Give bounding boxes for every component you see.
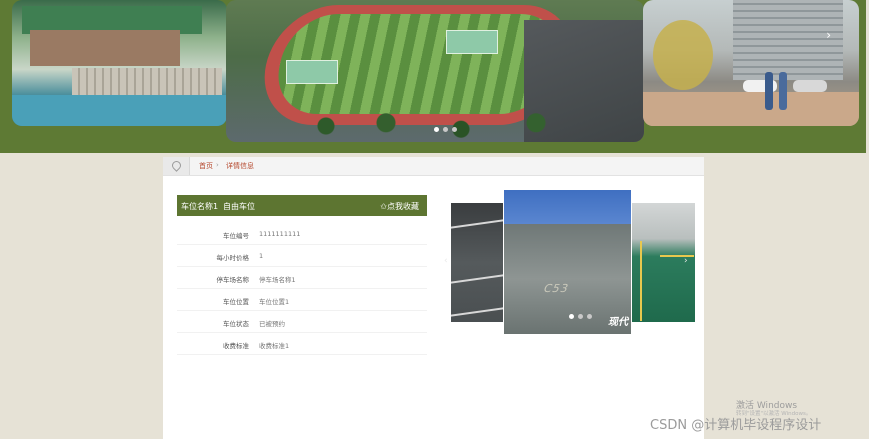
hero-banner: › bbox=[0, 0, 866, 153]
banner-slide-campus-building bbox=[12, 0, 227, 126]
banner-dot[interactable] bbox=[452, 127, 457, 132]
detail-value: 1 bbox=[259, 252, 264, 260]
csdn-watermark: CSDN @计算机毕设程序设计 bbox=[650, 418, 822, 433]
detail-key: 车位编号 bbox=[223, 232, 249, 240]
carousel-dot[interactable] bbox=[587, 314, 592, 319]
detail-key: 车位状态 bbox=[223, 320, 249, 328]
carousel-slide-prev[interactable] bbox=[451, 203, 503, 322]
detail-row: 车位状态 已被预约 bbox=[177, 311, 427, 333]
lane-line bbox=[451, 274, 503, 284]
banner-dot[interactable] bbox=[434, 127, 439, 132]
lane-line bbox=[451, 219, 503, 229]
banner-dot[interactable] bbox=[443, 127, 448, 132]
breadcrumb-current: 详情信息 bbox=[226, 162, 254, 170]
detail-row: 车位位置 车位位置1 bbox=[177, 289, 427, 311]
plaza bbox=[643, 92, 859, 126]
favorite-button[interactable]: ✩点我收藏 bbox=[380, 201, 419, 212]
detail-value: 车位位置1 bbox=[259, 298, 290, 306]
lane-line bbox=[640, 241, 642, 321]
lane-line bbox=[660, 255, 694, 257]
detail-value: 收费标准1 bbox=[259, 342, 290, 350]
detail-row: 停车场名称 停车场名称1 bbox=[177, 267, 427, 289]
lane-line bbox=[451, 307, 503, 317]
carousel-prev-arrow-icon[interactable]: ‹ bbox=[444, 256, 448, 266]
detail-table: 车位编号 1111111111 每小时价格 1 停车场名称 停车场名称1 车位位… bbox=[177, 223, 427, 355]
detail-value: 停车场名称1 bbox=[259, 276, 296, 284]
detail-key: 收费标准 bbox=[223, 342, 249, 350]
breadcrumb-separator: › bbox=[216, 161, 219, 169]
detail-row: 收费标准 收费标准1 bbox=[177, 333, 427, 355]
stairs bbox=[72, 68, 222, 96]
detail-key: 车位位置 bbox=[223, 298, 249, 306]
blue-wall bbox=[504, 190, 631, 224]
detail-panel: 首页 › 详情信息 车位名称1 自由车位 ✩点我收藏 车位编号 11111111… bbox=[163, 157, 704, 439]
carousel-dot[interactable] bbox=[578, 314, 583, 319]
court bbox=[446, 30, 498, 54]
pedestrian bbox=[779, 72, 787, 110]
tree bbox=[653, 20, 713, 90]
banner-next-arrow-icon[interactable]: › bbox=[826, 28, 831, 42]
court bbox=[286, 60, 338, 84]
location-pin-icon bbox=[163, 157, 190, 175]
detail-row: 车位编号 1111111111 bbox=[177, 223, 427, 245]
pedestrian bbox=[765, 72, 773, 110]
detail-value: 已被预约 bbox=[259, 320, 285, 328]
carousel-next-arrow-icon[interactable]: › bbox=[684, 256, 688, 266]
banner-slide-sports-field[interactable] bbox=[226, 0, 644, 142]
detail-key: 每小时价格 bbox=[216, 254, 250, 262]
detail-title-label: 车位名称1 bbox=[181, 202, 219, 211]
carousel-slide-active[interactable]: C53 现代 bbox=[504, 190, 631, 334]
building bbox=[30, 30, 180, 66]
detail-value: 1111111111 bbox=[259, 230, 301, 238]
breadcrumb: 首页 › 详情信息 bbox=[163, 157, 704, 176]
banner-dots bbox=[434, 127, 457, 132]
carousel-dot[interactable] bbox=[569, 314, 574, 319]
detail-title-value: 自由车位 bbox=[223, 202, 255, 211]
detail-row: 每小时价格 1 bbox=[177, 245, 427, 267]
parking-photo-carousel: C53 现代 ‹ › bbox=[444, 190, 696, 335]
pond bbox=[12, 95, 227, 126]
photo-watermark: 现代 bbox=[608, 317, 628, 328]
carousel-dots bbox=[569, 314, 592, 319]
car bbox=[793, 80, 827, 92]
breadcrumb-home-link[interactable]: 首页 bbox=[199, 161, 213, 171]
stall-marking: C53 bbox=[541, 282, 572, 295]
trees bbox=[296, 110, 596, 142]
banner-slide-street: › bbox=[643, 0, 859, 126]
detail-title-bar: 车位名称1 自由车位 ✩点我收藏 bbox=[177, 195, 427, 216]
detail-key: 停车场名称 bbox=[216, 276, 250, 284]
